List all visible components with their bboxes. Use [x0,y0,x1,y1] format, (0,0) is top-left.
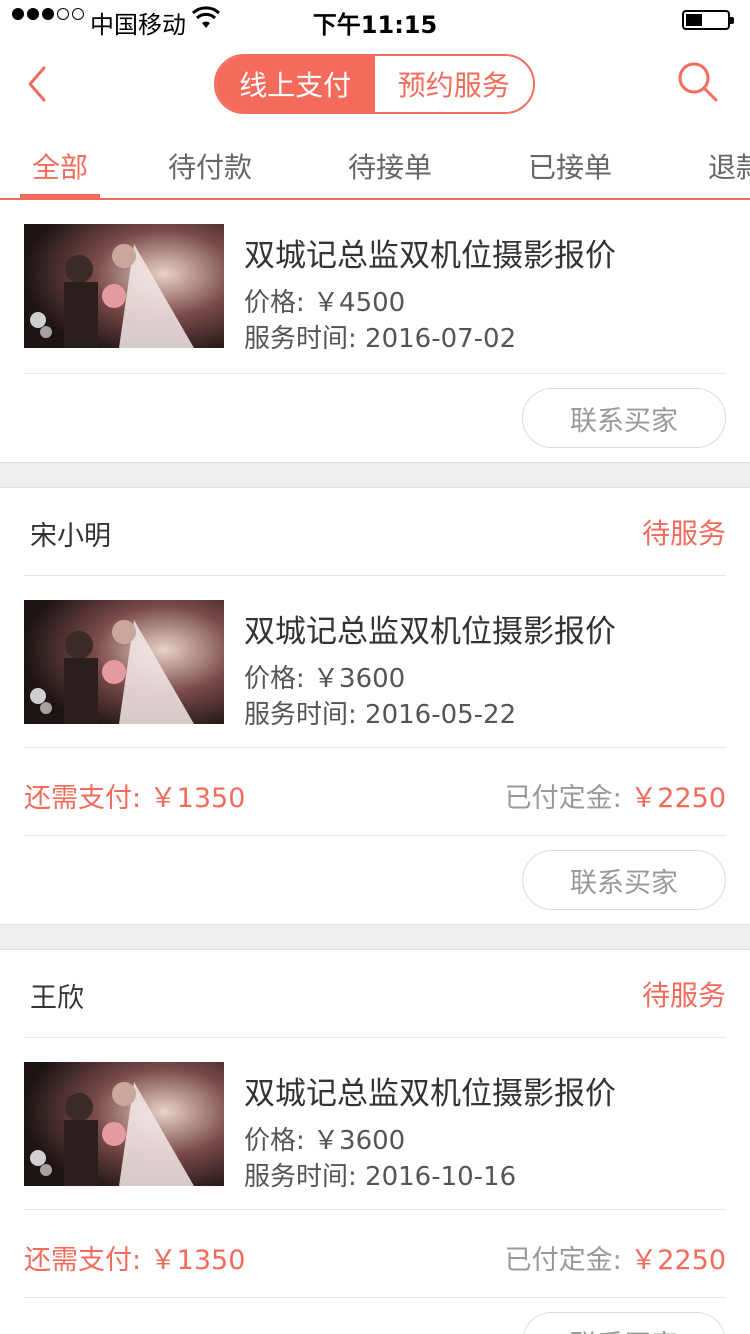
order-card: 王欣 待服务 双城记总监双机位摄影报价 价格: ￥3600 服务时间: 2016… [0,950,750,1334]
service-time: 服务时间: 2016-05-22 [244,700,517,730]
order-card: 双城记总监双机位摄影报价 价格: ￥4500 服务时间: 2016-07-02 … [0,200,750,462]
wedding-photo-thumbnail [24,224,224,348]
contact-buyer-button[interactable]: 联系买家 [522,388,726,448]
tab-pending-payment[interactable]: 待付款 [168,146,252,186]
segment-booking-service[interactable]: 预约服务 [374,56,533,112]
back-arrow-icon[interactable] [20,62,60,106]
payment-summary: 还需支付: ￥1350 已付定金: ￥2250 [24,748,726,836]
clock: 下午11:15 [312,11,438,39]
service-time: 服务时间: 2016-10-16 [244,1162,517,1192]
remaining-payment: 还需支付: ￥1350 [24,1245,246,1276]
order-item[interactable]: 双城记总监双机位摄影报价 价格: ￥3600 服务时间: 2016-05-22 [24,576,726,748]
service-price: 价格: ￥3600 [244,1126,406,1156]
order-card: 宋小明 待服务 双城记总监双机位摄影报价 价格: ￥3600 服务时间: 201… [0,488,750,924]
order-item[interactable]: 双城记总监双机位摄影报价 价格: ￥3600 服务时间: 2016-10-16 [24,1038,726,1210]
payment-summary: 还需支付: ￥1350 已付定金: ￥2250 [24,1210,726,1298]
wedding-photo-thumbnail [24,600,224,724]
tab-refund[interactable]: 退款 [708,146,750,186]
search-icon[interactable] [676,60,720,104]
service-price: 价格: ￥4500 [244,288,406,318]
contact-buyer-button[interactable]: 联系买家 [522,1312,726,1334]
order-actions: 联系买家 [0,1298,750,1334]
tab-all[interactable]: 全部 [32,146,88,186]
service-time: 服务时间: 2016-07-02 [244,324,517,354]
order-list: 双城记总监双机位摄影报价 价格: ￥4500 服务时间: 2016-07-02 … [0,200,750,1334]
active-tab-indicator [20,194,100,198]
service-price: 价格: ￥3600 [244,664,406,694]
nav-bar: 线上支付 预约服务 [0,40,750,128]
section-divider [0,924,750,950]
buyer-name: 宋小明 [30,521,111,552]
order-status: 待服务 [641,517,726,550]
deposit-paid: 已付定金: ￥2250 [505,776,726,815]
deposit-label: 已付定金: [504,1245,631,1276]
remaining-payment: 还需支付: ￥1350 [24,783,246,814]
tab-pending-accept[interactable]: 待接单 [348,146,432,186]
section-divider [0,462,750,488]
segment-online-payment[interactable]: 线上支付 [216,56,375,112]
tab-accepted[interactable]: 已接单 [528,146,612,186]
order-actions: 联系买家 [0,374,750,462]
order-actions: 联系买家 [0,836,750,924]
contact-buyer-button[interactable]: 联系买家 [522,850,726,910]
buyer-name: 王欣 [30,983,84,1014]
service-title: 双城记总监双机位摄影报价 [244,238,616,274]
service-title: 双城记总监双机位摄影报价 [244,1076,616,1112]
order-status: 待服务 [641,979,726,1012]
wedding-photo-thumbnail [24,1062,224,1186]
deposit-paid: 已付定金: ￥2250 [505,1238,726,1277]
order-item[interactable]: 双城记总监双机位摄影报价 价格: ￥4500 服务时间: 2016-07-02 [24,200,726,374]
order-filter-tabs: 全部 待付款 待接单 已接单 退款 [0,128,750,200]
order-header: 宋小明 待服务 [24,488,726,576]
deposit-amount: ￥2250 [630,1245,726,1276]
deposit-label: 已付定金: [504,783,631,814]
order-header: 王欣 待服务 [24,950,726,1038]
service-title: 双城记总监双机位摄影报价 [244,614,616,650]
deposit-amount: ￥2250 [630,783,726,814]
segmented-control: 线上支付 预约服务 [214,54,535,114]
status-bar: 中国移动 下午11:15 [0,0,750,40]
battery-icon [682,10,734,30]
